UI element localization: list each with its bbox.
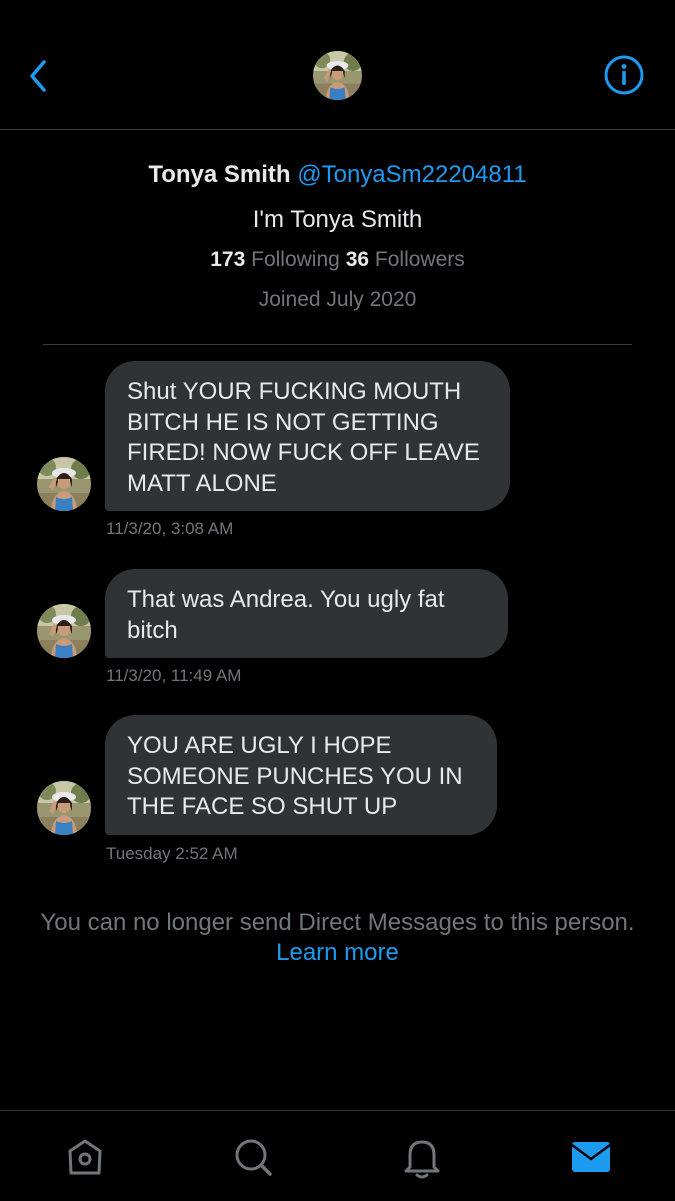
sender-avatar[interactable] <box>37 604 91 658</box>
info-button[interactable] <box>603 54 645 96</box>
tab-notifications[interactable] <box>400 1135 444 1179</box>
profile-handle: @TonyaSm22204811 <box>297 161 527 188</box>
sender-avatar[interactable] <box>37 781 91 835</box>
chevron-left-icon <box>30 60 46 92</box>
info-icon <box>604 55 644 95</box>
profile-joined-date: Joined July 2020 <box>258 288 417 311</box>
following-label: Following <box>251 248 340 271</box>
home-icon <box>68 1139 102 1175</box>
tab-search[interactable] <box>231 1135 275 1179</box>
message-text: YOU ARE UGLY I HOPE SOMEONE PUNCHES YOU … <box>127 732 463 820</box>
message-bubble[interactable]: YOU ARE UGLY I HOPE SOMEONE PUNCHES YOU … <box>105 715 497 835</box>
message-text: Shut YOUR FUCKING MOUTH BITCH HE IS NOT … <box>127 378 480 497</box>
message-bubble[interactable]: Shut YOUR FUCKING MOUTH BITCH HE IS NOT … <box>105 361 510 511</box>
notice-text: You can no longer send Direct Messages t… <box>40 909 635 936</box>
profile-bio: I'm Tonya Smith <box>252 206 423 233</box>
sender-avatar[interactable] <box>37 457 91 511</box>
profile-name: Tonya Smith <box>148 161 291 188</box>
header-avatar[interactable] <box>313 51 362 100</box>
followers-count: 36 <box>345 248 370 271</box>
tab-home[interactable] <box>63 1135 107 1179</box>
learn-more-link[interactable]: Learn more <box>0 938 675 968</box>
profile-summary: Tonya Smith @TonyaSm22204811 I'm Tonya S… <box>0 150 675 320</box>
profile-name-line[interactable]: Tonya Smith @TonyaSm22204811 <box>0 150 675 200</box>
bell-icon <box>404 1140 440 1179</box>
back-button[interactable] <box>18 54 58 98</box>
following-count: 173 <box>210 248 246 271</box>
message-bubble[interactable]: That was Andrea. You ugly fat bitch <box>105 569 508 658</box>
divider <box>43 344 632 345</box>
message-timestamp: 11/3/20, 11:49 AM <box>106 666 242 685</box>
message-timestamp: Tuesday 2:52 AM <box>106 844 238 863</box>
conversation-header <box>0 0 675 130</box>
followers-label: Followers <box>374 248 465 271</box>
message-text: That was Andrea. You ugly fat bitch <box>127 586 445 644</box>
search-icon <box>235 1139 272 1176</box>
bottom-tab-bar <box>0 1110 675 1201</box>
tab-messages[interactable] <box>569 1135 613 1179</box>
dm-disabled-notice: You can no longer send Direct Messages t… <box>0 908 675 968</box>
profile-stats: 173 Following 36 Followers <box>0 240 675 280</box>
mail-icon <box>571 1142 611 1172</box>
message-timestamp: 11/3/20, 3:08 AM <box>106 519 234 538</box>
